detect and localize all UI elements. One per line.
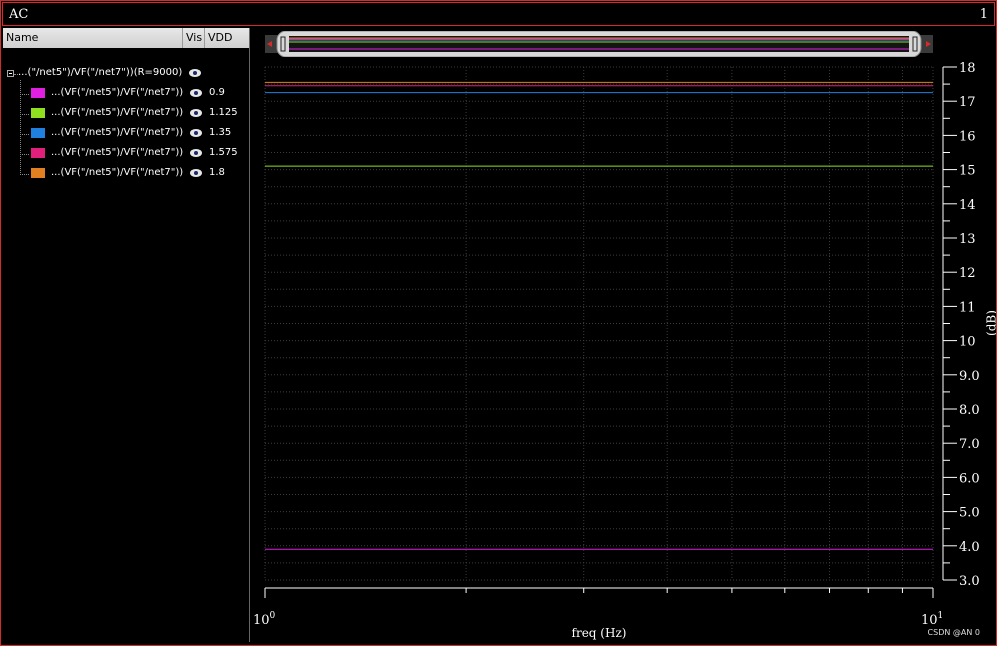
- y-tick-label: 9.0: [959, 369, 980, 384]
- y-tick-label: 3.0: [959, 574, 980, 589]
- watermark: CSDN @AN 0: [927, 628, 980, 637]
- x-tick-label: 100: [253, 611, 276, 628]
- y-tick-label: 16: [959, 129, 976, 144]
- y-axis: 3.0 4.0 5.0 6.0 7.0 8.0 9.0 10 11 12 13 14 15 16 17 18: [942, 61, 980, 589]
- x-axis: 100 101: [253, 587, 943, 628]
- y-tick-label: 4.0: [959, 540, 980, 555]
- y-tick-label: 17: [959, 95, 976, 110]
- y-tick-label: 10: [959, 335, 976, 350]
- x-axis-label: freq (Hz): [572, 626, 627, 640]
- y-tick-label: 14: [959, 198, 976, 213]
- y-tick-label: 18: [959, 61, 976, 76]
- y-tick-label: 12: [959, 266, 976, 281]
- x-tick-label: 101: [921, 611, 943, 628]
- y-axis-label: (dB): [985, 310, 997, 336]
- y-tick-label: 5.0: [959, 506, 980, 521]
- y-tick-label: 11: [959, 300, 976, 315]
- y-tick-label: 7.0: [959, 437, 980, 452]
- waveform-window: AC 1 Name Vis VDD ...("/net5")/VF("/net7…: [0, 0, 997, 646]
- y-tick-label: 6.0: [959, 471, 980, 486]
- plot-area[interactable]: 3.04.05.06.07.08.09.0101112131415161718 …: [1, 1, 996, 645]
- y-tick-label: 15: [959, 164, 976, 179]
- grid: [264, 66, 934, 581]
- y-tick-label: 8.0: [959, 403, 980, 418]
- y-tick-label: 13: [959, 232, 976, 247]
